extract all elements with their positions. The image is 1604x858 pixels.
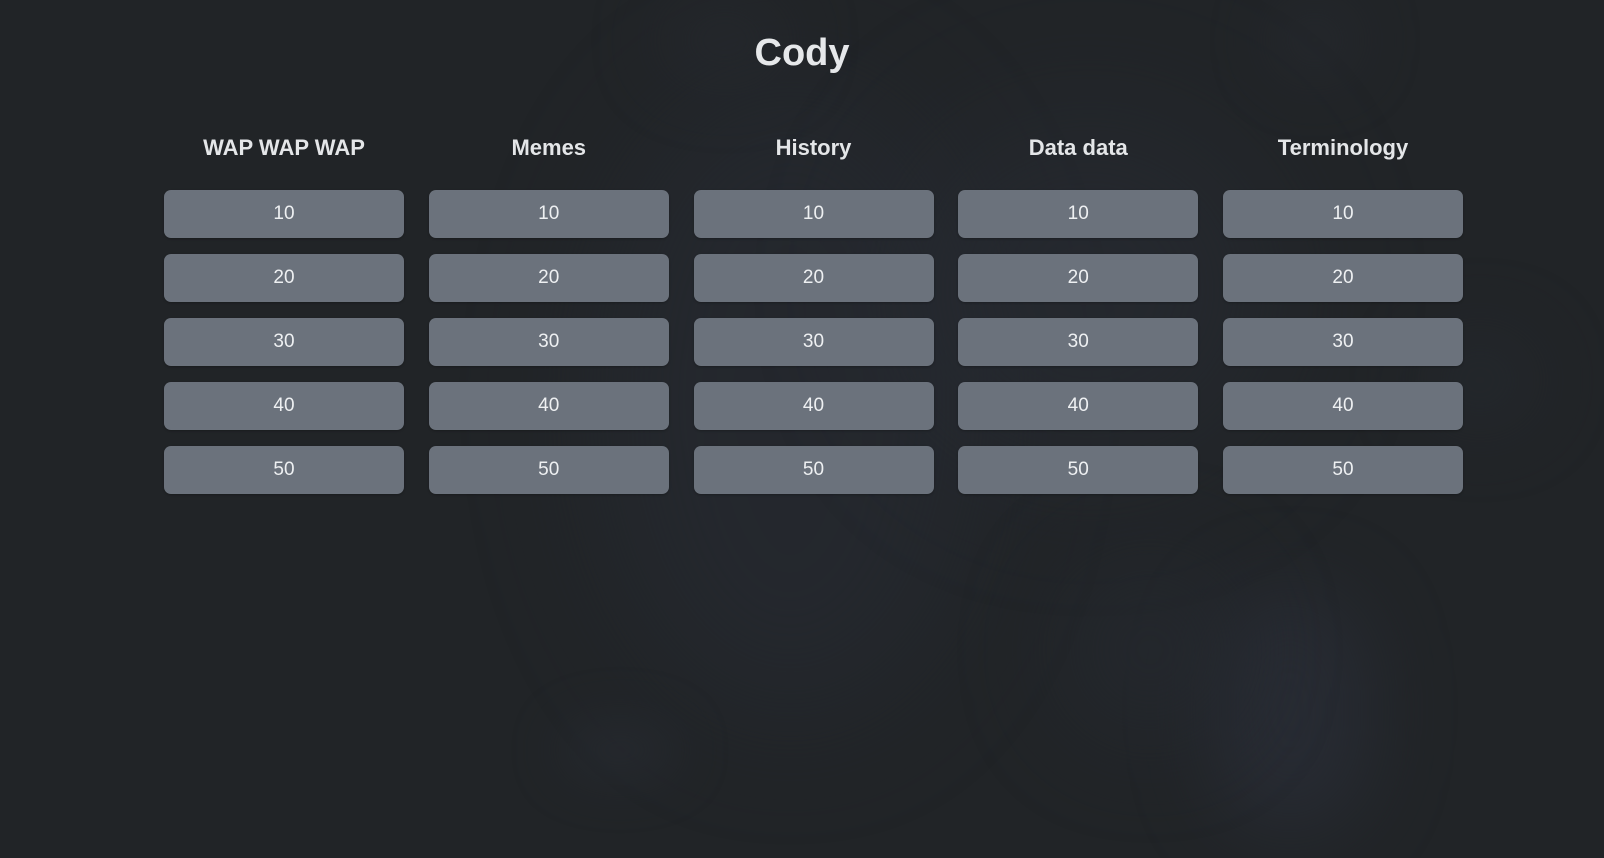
question-tile[interactable]: 20 <box>164 254 404 302</box>
page-title: Cody <box>754 32 850 74</box>
question-tile[interactable]: 50 <box>958 446 1199 494</box>
category-column: WAP WAP WAP 10 20 30 40 50 <box>164 130 404 510</box>
question-tile[interactable]: 40 <box>958 382 1199 430</box>
category-title: History <box>775 135 852 160</box>
category-title: Data data <box>1028 135 1128 160</box>
question-tile[interactable]: 40 <box>1223 382 1463 430</box>
category-column: History 10 20 30 40 50 <box>693 130 934 510</box>
category-column: Terminology 10 20 30 40 50 <box>1223 130 1463 510</box>
category-column: Memes 10 20 30 40 50 <box>428 130 669 510</box>
question-tile[interactable]: 10 <box>1223 190 1463 238</box>
question-tile[interactable]: 50 <box>1223 446 1463 494</box>
question-tile[interactable]: 30 <box>1223 318 1463 366</box>
question-tile[interactable]: 30 <box>428 318 669 366</box>
category-column: Data data 10 20 30 40 50 <box>958 130 1199 510</box>
question-tile[interactable]: 30 <box>164 318 404 366</box>
question-tile[interactable]: 20 <box>958 254 1199 302</box>
category-title: WAP WAP WAP <box>203 135 365 160</box>
question-tile[interactable]: 50 <box>428 446 669 494</box>
question-tile[interactable]: 20 <box>428 254 669 302</box>
question-tile[interactable]: 30 <box>693 318 934 366</box>
category-title: Memes <box>511 135 587 160</box>
background-blob <box>1210 590 1370 830</box>
question-tile[interactable]: 40 <box>428 382 669 430</box>
question-tile[interactable]: 10 <box>164 190 404 238</box>
question-tile[interactable]: 20 <box>1223 254 1463 302</box>
question-tile[interactable]: 10 <box>428 190 669 238</box>
question-tile[interactable]: 30 <box>958 318 1199 366</box>
question-tile[interactable]: 10 <box>693 190 934 238</box>
background-blob <box>560 720 680 780</box>
category-title: Terminology <box>1277 135 1409 160</box>
question-tile[interactable]: 50 <box>164 446 404 494</box>
background-blob <box>1060 560 1240 740</box>
question-tile[interactable]: 40 <box>164 382 404 430</box>
question-tile[interactable]: 40 <box>693 382 934 430</box>
question-tile[interactable]: 50 <box>693 446 934 494</box>
question-tile[interactable]: 20 <box>693 254 934 302</box>
question-tile[interactable]: 10 <box>958 190 1199 238</box>
game-board: WAP WAP WAP 10 20 30 40 50 Memes 10 20 3… <box>164 130 1463 510</box>
